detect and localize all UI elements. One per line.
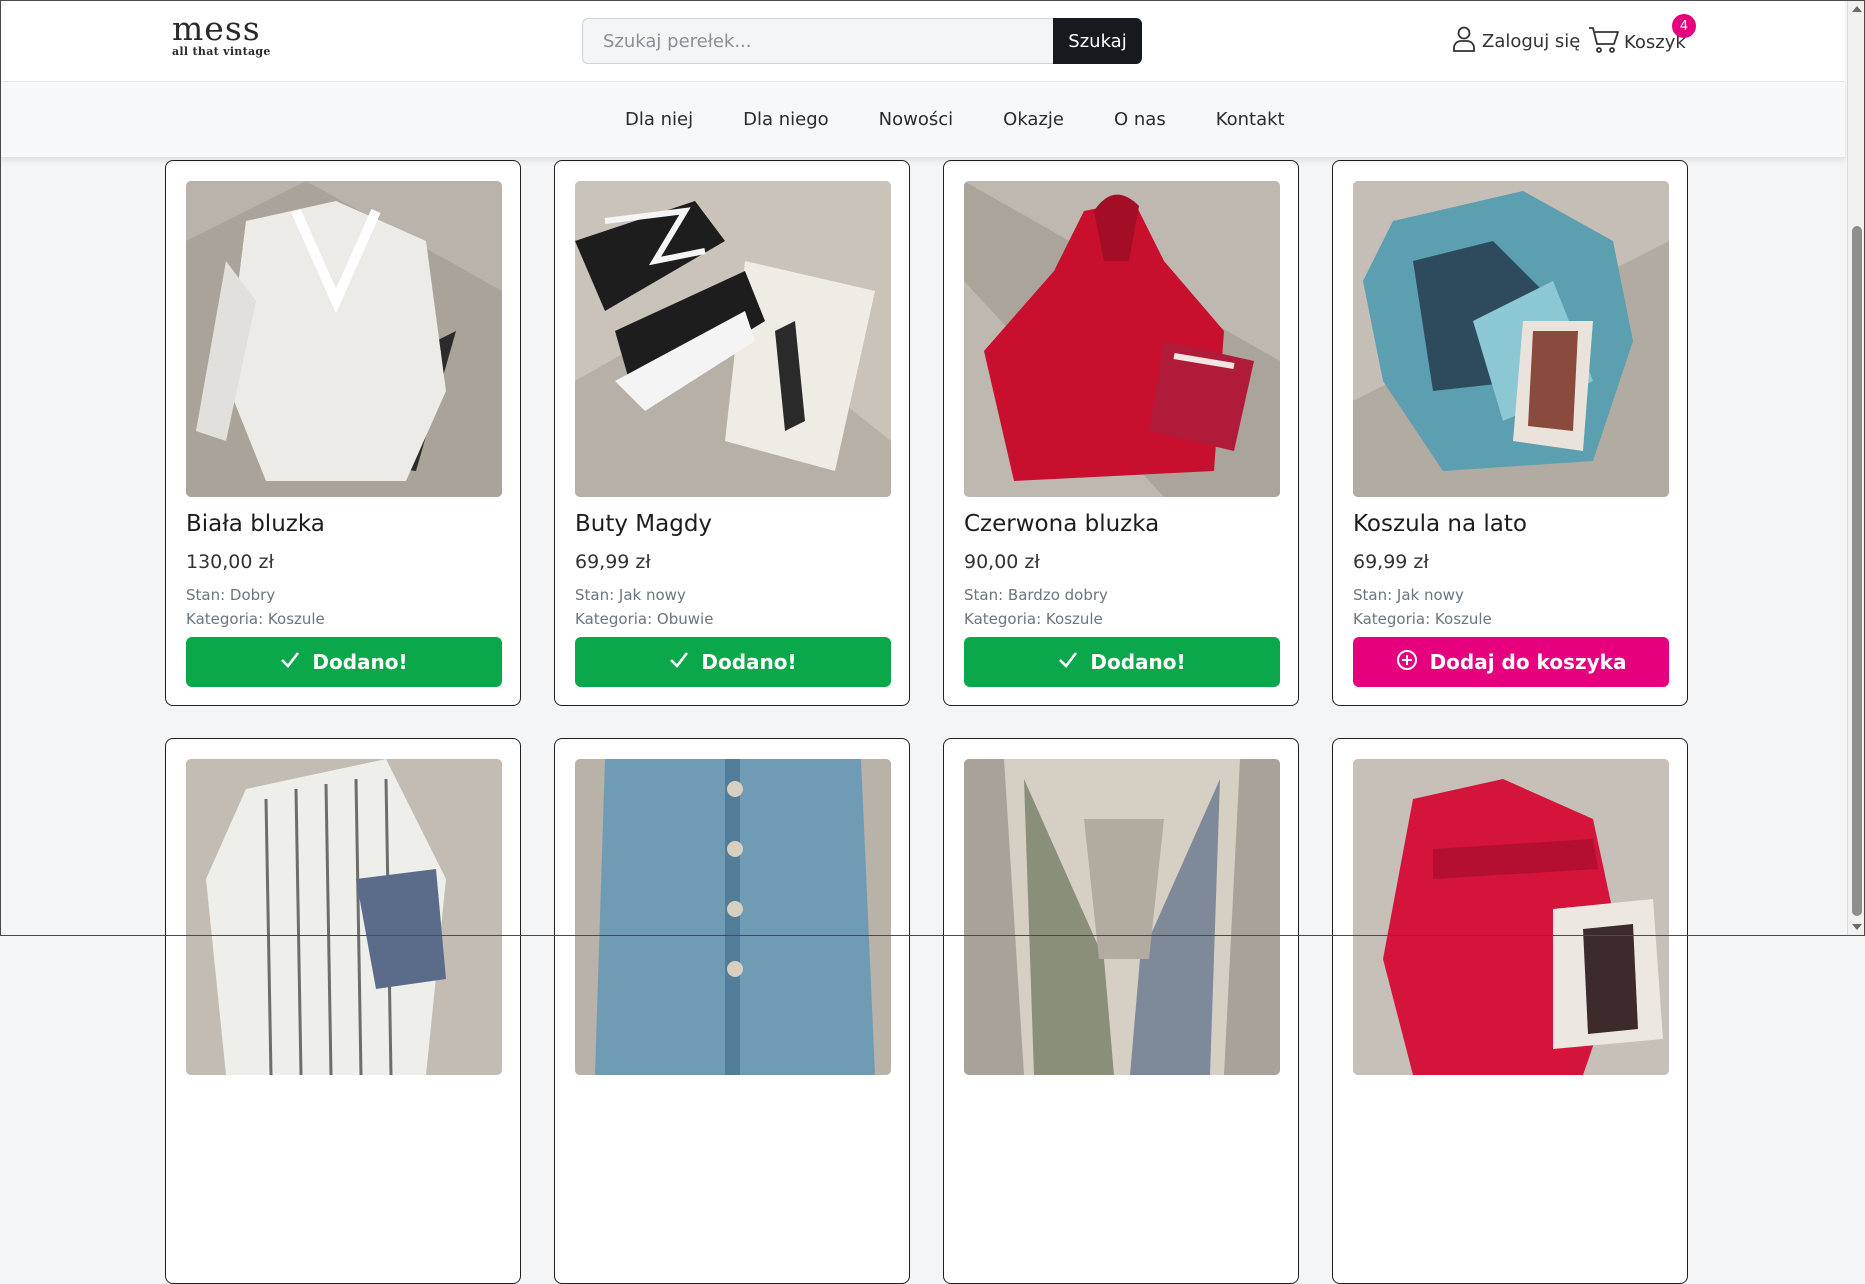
nav-item-dla-niej[interactable]: Dla niej	[600, 109, 718, 130]
product-price: 69,99 zł	[1353, 551, 1429, 573]
nav-item-nowosci[interactable]: Nowości	[854, 109, 979, 130]
product-card	[165, 738, 521, 1284]
product-price: 130,00 zł	[186, 551, 274, 573]
add-to-cart-button[interactable]: Dodaj do koszyka	[1353, 637, 1669, 687]
button-label: Dodano!	[1090, 650, 1186, 674]
added-to-cart-button[interactable]: Dodano!	[575, 637, 891, 687]
product-condition: Stan: Dobry	[186, 586, 276, 604]
login-link[interactable]: Zaloguj się	[1452, 26, 1580, 57]
scrollbar-thumb[interactable]	[1852, 226, 1862, 916]
nav-item-okazje[interactable]: Okazje	[978, 109, 1089, 130]
button-label: Dodano!	[701, 650, 797, 674]
cart-count-badge: 4	[1672, 14, 1696, 38]
product-image[interactable]	[964, 181, 1280, 497]
button-label: Dodaj do koszyka	[1429, 650, 1627, 674]
checkmark-icon	[1058, 650, 1078, 674]
product-condition: Stan: Jak nowy	[1353, 586, 1464, 604]
product-card: Czerwona bluzka 90,00 zł Stan: Bardzo do…	[943, 160, 1299, 706]
cart-icon	[1588, 26, 1620, 59]
user-icon	[1452, 26, 1476, 57]
scroll-down-arrow[interactable]	[1852, 924, 1862, 930]
product-title[interactable]: Biała bluzka	[186, 511, 325, 537]
product-condition: Stan: Jak nowy	[575, 586, 686, 604]
product-card: Buty Magdy 69,99 zł Stan: Jak nowy Kateg…	[554, 160, 910, 706]
search-button[interactable]: Szukaj	[1053, 18, 1142, 64]
search-bar: Szukaj	[582, 18, 1142, 64]
product-card: Koszula na lato 69,99 zł Stan: Jak nowy …	[1332, 160, 1688, 706]
product-image[interactable]	[186, 759, 502, 1075]
nav-item-dla-niego[interactable]: Dla niego	[718, 109, 854, 130]
product-image[interactable]	[964, 759, 1280, 1075]
product-category: Kategoria: Koszule	[964, 610, 1103, 628]
added-to-cart-button[interactable]: Dodano!	[186, 637, 502, 687]
product-price: 69,99 zł	[575, 551, 651, 573]
login-label: Zaloguj się	[1482, 31, 1581, 52]
product-card	[1332, 738, 1688, 1284]
main-nav: Dla niej Dla niego Nowości Okazje O nas …	[0, 81, 1845, 158]
product-category: Kategoria: Koszule	[1353, 610, 1492, 628]
product-image[interactable]	[186, 181, 502, 497]
added-to-cart-button[interactable]: Dodano!	[964, 637, 1280, 687]
product-title[interactable]: Czerwona bluzka	[964, 511, 1159, 537]
page-scrollbar[interactable]	[1847, 0, 1865, 936]
product-title[interactable]: Koszula na lato	[1353, 511, 1527, 537]
header: mess all that vintage Szukaj Zaloguj się…	[0, 0, 1845, 82]
cart-link[interactable]: Koszyk 4	[1588, 14, 1696, 59]
nav-item-o-nas[interactable]: O nas	[1089, 109, 1191, 130]
search-input[interactable]	[582, 18, 1053, 64]
logo-tagline: all that vintage	[172, 45, 271, 58]
logo[interactable]: mess all that vintage	[172, 9, 271, 58]
product-card: Biała bluzka 130,00 zł Stan: Dobry Kateg…	[165, 160, 521, 706]
product-price: 90,00 zł	[964, 551, 1040, 573]
product-image[interactable]	[1353, 759, 1669, 1075]
product-category: Kategoria: Obuwie	[575, 610, 714, 628]
product-image[interactable]	[575, 759, 891, 1075]
product-title[interactable]: Buty Magdy	[575, 511, 712, 537]
product-condition: Stan: Bardzo dobry	[964, 586, 1108, 604]
product-image[interactable]	[575, 181, 891, 497]
checkmark-icon	[669, 650, 689, 674]
product-category: Kategoria: Koszule	[186, 610, 325, 628]
nav-item-kontakt[interactable]: Kontakt	[1191, 109, 1310, 130]
scroll-up-arrow[interactable]	[1852, 6, 1862, 12]
button-label: Dodano!	[312, 650, 408, 674]
plus-circle-icon	[1396, 649, 1418, 676]
product-card	[943, 738, 1299, 1284]
product-card	[554, 738, 910, 1284]
product-image[interactable]	[1353, 181, 1669, 497]
checkmark-icon	[280, 650, 300, 674]
logo-main: mess	[172, 9, 261, 48]
